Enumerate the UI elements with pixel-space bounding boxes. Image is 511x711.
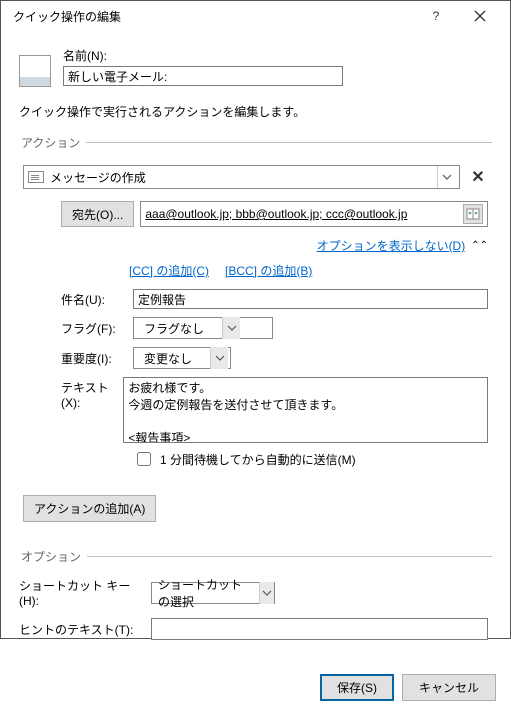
add-bcc-link[interactable]: [BCC] の追加(B) [225, 262, 312, 279]
add-action-button[interactable]: アクションの追加(A) [23, 495, 156, 522]
help-button[interactable]: ? [414, 1, 458, 31]
shortcut-label: ショートカット キー(H): [19, 577, 143, 608]
titlebar: クイック操作の編集 ? [1, 1, 510, 31]
action-type-label: メッセージの作成 [50, 169, 437, 186]
shortcut-select[interactable]: ショートカットの選択 [151, 582, 275, 604]
importance-select[interactable]: 変更なし [133, 347, 231, 369]
tooltip-label: ヒントのテキスト(T): [19, 621, 143, 638]
flag-label: フラグ(F): [61, 320, 125, 337]
tooltip-input[interactable] [151, 618, 488, 640]
name-label: 名前(N): [63, 47, 492, 64]
description-text: クイック操作で実行されるアクションを編集します。 [19, 103, 492, 120]
autosend-label: 1 分間待機してから自動的に送信(M) [160, 451, 356, 468]
to-button[interactable]: 宛先(O)... [61, 201, 134, 227]
importance-label: 重要度(I): [61, 350, 125, 367]
address-book-button[interactable] [463, 204, 483, 224]
chevron-down-icon [222, 317, 240, 339]
action-type-select[interactable]: メッセージの作成 [23, 165, 460, 189]
chevron-down-icon [210, 347, 228, 369]
to-value: aaa@outlook.jp; bbb@outlook.jp; ccc@outl… [145, 207, 459, 221]
delete-action-button[interactable]: ✕ [468, 167, 488, 187]
collapse-icon: ⌃⌃ [471, 240, 488, 251]
footer: 保存(S) キャンセル [1, 664, 510, 711]
options-group: オプション ショートカット キー(H): ショートカットの選択 ヒントのテキスト… [19, 548, 492, 650]
chevron-down-icon [259, 582, 274, 604]
window-title: クイック操作の編集 [9, 8, 414, 25]
save-button[interactable]: 保存(S) [320, 674, 394, 701]
chevron-down-icon [437, 166, 455, 188]
message-icon [28, 171, 44, 183]
name-input[interactable] [63, 66, 343, 86]
actions-group: アクション メッセージの作成 ✕ 宛先(O)... aaa@outlook.jp… [19, 134, 492, 548]
options-legend: オプション [19, 548, 87, 565]
options-toggle-link[interactable]: オプションを表示しない(D) [317, 237, 466, 254]
to-input[interactable]: aaa@outlook.jp; bbb@outlook.jp; ccc@outl… [140, 201, 488, 227]
text-label: テキスト(X): [61, 377, 115, 410]
autosend-checkbox[interactable] [137, 452, 151, 466]
subject-input[interactable] [133, 289, 488, 309]
close-button[interactable] [458, 1, 502, 31]
mail-icon[interactable] [19, 55, 51, 87]
add-cc-link[interactable]: [CC] の追加(C) [129, 262, 209, 279]
subject-label: 件名(U): [61, 291, 125, 308]
flag-select[interactable]: フラグなし [133, 317, 273, 339]
actions-legend: アクション [19, 134, 86, 151]
text-input[interactable] [123, 377, 488, 443]
cancel-button[interactable]: キャンセル [402, 674, 496, 701]
